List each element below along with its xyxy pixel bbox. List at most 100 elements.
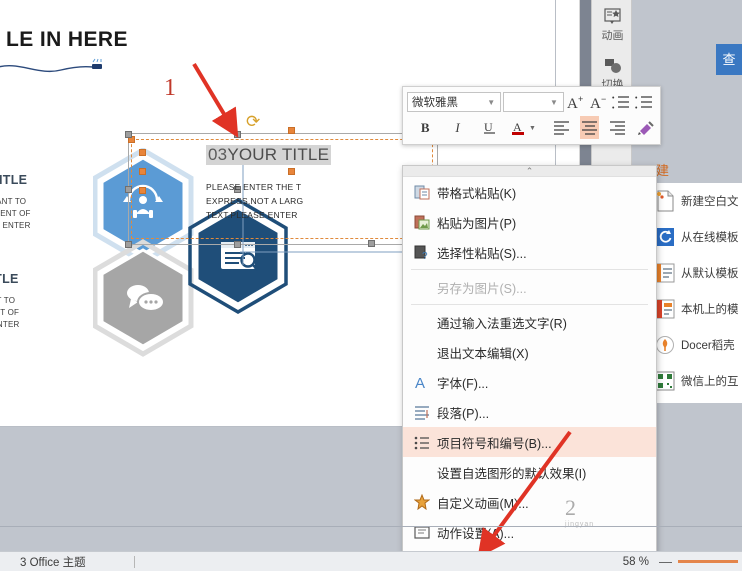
resize-handle[interactable] bbox=[125, 131, 132, 138]
svg-text:A: A bbox=[513, 120, 522, 134]
partial-orange-label: 建 bbox=[656, 163, 670, 178]
align-left-button[interactable] bbox=[552, 116, 570, 139]
menu-item-paste-special[interactable]: ? 选择性粘贴(S)... bbox=[403, 237, 656, 267]
menu-separator bbox=[411, 269, 648, 270]
zoom-slider[interactable] bbox=[678, 560, 738, 563]
resize-handle[interactable] bbox=[139, 149, 146, 156]
annotation-arrow-1 bbox=[192, 62, 239, 138]
online-template-icon bbox=[656, 228, 674, 246]
menu-item-custom-animation[interactable]: 自定义动画(M)... bbox=[403, 487, 656, 517]
menu-item-reselect-ime[interactable]: 通过输入法重选文字(R) bbox=[403, 307, 656, 337]
doc-item-label: 微信上的互 bbox=[681, 376, 739, 388]
font-name-combo[interactable]: 微软雅黑 ▼ bbox=[407, 92, 502, 112]
chevron-down-icon: ▼ bbox=[549, 97, 558, 107]
vertical-tab-animation[interactable]: 动画 bbox=[592, 0, 633, 49]
shrink-font-button[interactable]: A − bbox=[588, 91, 610, 114]
format-painter-button[interactable] bbox=[637, 116, 656, 139]
watermark-line1: 2 bbox=[565, 495, 576, 520]
status-theme-label: 3 Office 主题 bbox=[20, 556, 86, 569]
svg-text:U: U bbox=[484, 120, 493, 134]
doc-item-wechat[interactable]: 微信上的互 bbox=[655, 363, 742, 399]
animation-icon bbox=[603, 8, 621, 24]
default-template-icon bbox=[655, 263, 675, 283]
svg-text:•: • bbox=[635, 105, 638, 112]
slide-text-block-1: YOUR TITLE EXT YOU WANT TO ARGE SEGMENT … bbox=[0, 173, 31, 232]
font-name-value: 微软雅黑 bbox=[412, 97, 458, 109]
zoom-level-label: 58 % bbox=[622, 555, 649, 568]
watermark: 2 jingyan bbox=[565, 495, 594, 528]
menu-item-paste-as-picture[interactable]: 粘贴为图片(P) bbox=[403, 207, 656, 237]
hexagon-chat bbox=[93, 239, 194, 357]
underline-button[interactable]: U bbox=[481, 116, 499, 139]
menu-item-default-autoshape[interactable]: 设置自选图形的默认效果(I) bbox=[403, 457, 656, 487]
docer-icon bbox=[656, 336, 674, 354]
status-bar[interactable]: 3 Office 主题 58 % — bbox=[0, 551, 742, 571]
svg-text:•: • bbox=[612, 105, 615, 112]
doc-item-label: Docer稻壳 bbox=[681, 340, 735, 352]
svg-text:A: A bbox=[590, 96, 601, 112]
local-template-icon bbox=[655, 299, 675, 319]
block-title: OUR TITLE bbox=[0, 272, 19, 286]
doc-item-online-template[interactable]: 从在线模板 bbox=[655, 219, 742, 255]
menu-item-action-settings[interactable]: 动作设置(A)... bbox=[403, 517, 656, 547]
transition-icon bbox=[604, 59, 621, 73]
resize-handle[interactable] bbox=[125, 186, 132, 193]
align-right-button[interactable] bbox=[609, 116, 627, 139]
svg-text:+: + bbox=[578, 94, 583, 104]
bottom-divider bbox=[0, 526, 742, 527]
resize-handle[interactable] bbox=[234, 241, 241, 248]
block-body: EXT YOU WANT TO ARGE SEGMENT OF EXT.PLEA… bbox=[0, 197, 31, 230]
bold-button[interactable]: B bbox=[416, 116, 434, 139]
app-workspace: LE IN HERE YOUR TITLE EXT YOU WANT TO AR… bbox=[0, 0, 742, 571]
new-document-panel[interactable]: 新建空白文 从在线模板 从默认模板 本机上的模 Docer稻壳 微信上的互 bbox=[655, 183, 742, 403]
doc-item-label: 从在线模板 bbox=[681, 232, 739, 244]
menu-item-paragraph[interactable]: 段落(P)... bbox=[403, 397, 656, 427]
block-title: YOUR TITLE bbox=[0, 173, 28, 187]
slide-heading: LE IN HERE bbox=[6, 28, 128, 51]
svg-text:A: A bbox=[567, 96, 578, 112]
svg-text:?: ? bbox=[422, 251, 428, 260]
menu-item-exit-text-edit[interactable]: 退出文本编辑(X) bbox=[403, 337, 656, 367]
resize-handle[interactable] bbox=[288, 168, 295, 175]
svg-text:•: • bbox=[635, 95, 638, 102]
annotation-number-1: 1 bbox=[164, 75, 176, 101]
resize-handle[interactable] bbox=[139, 168, 146, 175]
menu-item-font[interactable]: A 字体(F)... bbox=[403, 367, 656, 397]
grow-font-button[interactable]: A + bbox=[565, 91, 587, 114]
zoom-out-button[interactable]: — bbox=[659, 554, 672, 569]
bullets-numbering-icon bbox=[411, 434, 433, 450]
font-icon: A bbox=[411, 374, 433, 390]
status-right-group[interactable]: 58 % — bbox=[623, 554, 742, 569]
context-menu-scroll-up[interactable]: ⌃ bbox=[403, 166, 656, 177]
italic-button[interactable]: I bbox=[448, 116, 466, 139]
font-color-button[interactable]: A ▼ bbox=[511, 116, 540, 139]
paragraph-icon bbox=[411, 404, 433, 420]
selected-textbox-body[interactable]: PLEASE ENTER THE T EXPRESS,NOT A LARG TE… bbox=[206, 180, 303, 222]
font-size-combo[interactable]: ▼ bbox=[503, 92, 564, 112]
doc-item-docer[interactable]: Docer稻壳 bbox=[655, 327, 742, 363]
resize-handle[interactable] bbox=[125, 241, 132, 248]
menu-item-paste-formatted[interactable]: 带格式粘贴(K) bbox=[403, 177, 656, 207]
align-center-button[interactable] bbox=[580, 116, 599, 139]
decrease-indent-button[interactable]: • • bbox=[611, 91, 633, 114]
floating-format-toolbar[interactable]: 微软雅黑 ▼ ▼ A + A − • • • • B I U A ▼ bbox=[402, 86, 661, 145]
new-blank-doc-icon bbox=[657, 190, 674, 212]
doc-item-new-blank[interactable]: 新建空白文 bbox=[655, 183, 742, 219]
doc-item-local-template[interactable]: 本机上的模 bbox=[655, 291, 742, 327]
paste-as-picture-icon bbox=[411, 214, 433, 230]
slide-text-block-2: OUR TITLE T YOU WANT TO GE SEGMENT OF T.… bbox=[0, 272, 20, 331]
resize-handle[interactable] bbox=[368, 240, 375, 247]
context-menu[interactable]: ⌃ 带格式粘贴(K) 粘贴为图片(P) ? 选择性粘贴(S)... 另存为图片(… bbox=[402, 165, 657, 571]
doc-item-default-template[interactable]: 从默认模板 bbox=[655, 255, 742, 291]
wechat-qr-icon bbox=[655, 371, 675, 391]
doc-item-label: 新建空白文 bbox=[681, 196, 739, 208]
vertical-tab-label: 动画 bbox=[601, 30, 624, 42]
increase-indent-button[interactable]: • • bbox=[634, 91, 656, 114]
decorative-squiggle bbox=[0, 58, 102, 72]
menu-item-bullets-numbering[interactable]: 项目符号和编号(B)... bbox=[403, 427, 656, 457]
doc-item-label: 本机上的模 bbox=[681, 304, 739, 316]
resize-handle[interactable] bbox=[288, 127, 295, 134]
resize-handle[interactable] bbox=[139, 187, 146, 194]
side-query-button[interactable]: 查 bbox=[716, 44, 742, 75]
svg-text:•: • bbox=[612, 95, 615, 102]
